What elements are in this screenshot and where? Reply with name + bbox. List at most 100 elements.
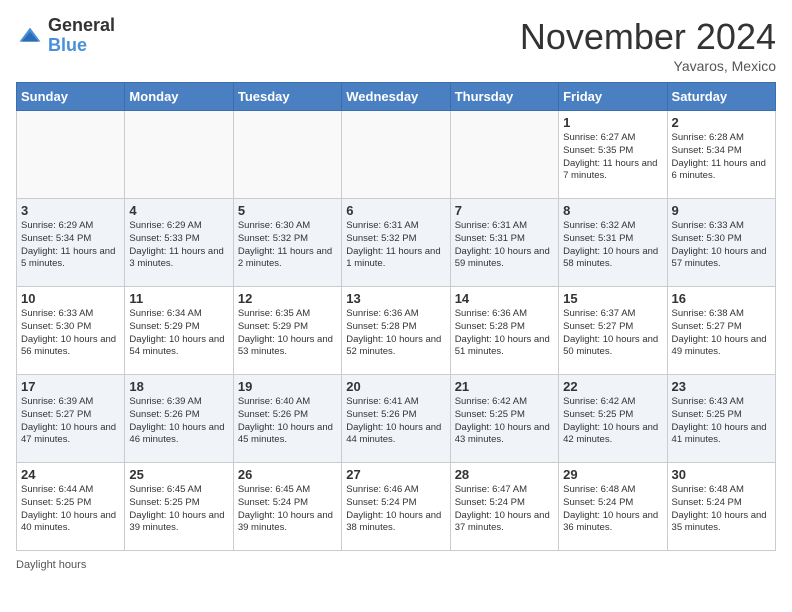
calendar-cell: 29 Sunrise: 6:48 AM Sunset: 5:24 PM Dayli… [559,463,667,551]
day-number: 22 [563,379,662,394]
calendar-cell: 17 Sunrise: 6:39 AM Sunset: 5:27 PM Dayli… [17,375,125,463]
day-info: Sunrise: 6:33 AM Sunset: 5:30 PM Dayligh… [21,308,120,359]
day-info: Sunrise: 6:41 AM Sunset: 5:26 PM Dayligh… [346,396,445,447]
day-info: Sunrise: 6:45 AM Sunset: 5:25 PM Dayligh… [129,484,228,535]
footer-text: Daylight hours [16,559,86,571]
calendar-cell: 14 Sunrise: 6:36 AM Sunset: 5:28 PM Dayli… [450,287,558,375]
day-number: 27 [346,467,445,482]
day-number: 17 [21,379,120,394]
day-info: Sunrise: 6:29 AM Sunset: 5:33 PM Dayligh… [129,220,228,271]
day-info: Sunrise: 6:34 AM Sunset: 5:29 PM Dayligh… [129,308,228,359]
calendar-cell: 26 Sunrise: 6:45 AM Sunset: 5:24 PM Dayli… [233,463,341,551]
calendar-cell: 13Sunrise: 6:36 AM Sunset: 5:28 PM Dayli… [342,287,450,375]
day-number: 23 [672,379,771,394]
day-info: Sunrise: 6:45 AM Sunset: 5:24 PM Dayligh… [238,484,337,535]
footer: Daylight hours [16,559,776,571]
day-number: 14 [455,291,554,306]
calendar-cell: 19 Sunrise: 6:40 AM Sunset: 5:26 PM Dayli… [233,375,341,463]
column-header-saturday: Saturday [667,83,775,111]
title-block: November 2024 Yavaros, Mexico [520,16,776,74]
day-info: Sunrise: 6:39 AM Sunset: 5:27 PM Dayligh… [21,396,120,447]
day-info: Sunrise: 6:29 AM Sunset: 5:34 PM Dayligh… [21,220,120,271]
day-info: Sunrise: 6:28 AM Sunset: 5:34 PM Dayligh… [672,132,771,183]
column-header-sunday: Sunday [17,83,125,111]
day-number: 9 [672,203,771,218]
day-info: Sunrise: 6:42 AM Sunset: 5:25 PM Dayligh… [455,396,554,447]
calendar-cell: 27 Sunrise: 6:46 AM Sunset: 5:24 PM Dayli… [342,463,450,551]
day-info: Sunrise: 6:27 AM Sunset: 5:35 PM Dayligh… [563,132,662,183]
calendar-cell: 5 Sunrise: 6:30 AM Sunset: 5:32 PM Daylig… [233,199,341,287]
calendar-cell: 11 Sunrise: 6:34 AM Sunset: 5:29 PM Dayli… [125,287,233,375]
logo: General Blue [16,16,115,56]
calendar-table: SundayMondayTuesdayWednesdayThursdayFrid… [16,82,776,551]
day-info: Sunrise: 6:33 AM Sunset: 5:30 PM Dayligh… [672,220,771,271]
calendar-cell: 15 Sunrise: 6:37 AM Sunset: 5:27 PM Dayli… [559,287,667,375]
day-number: 6 [346,203,445,218]
day-info: Sunrise: 6:32 AM Sunset: 5:31 PM Dayligh… [563,220,662,271]
day-number: 20 [346,379,445,394]
day-number: 11 [129,291,228,306]
month-title: November 2024 [520,16,776,58]
day-info: Sunrise: 6:42 AM Sunset: 5:25 PM Dayligh… [563,396,662,447]
day-info: Sunrise: 6:37 AM Sunset: 5:27 PM Dayligh… [563,308,662,359]
day-number: 29 [563,467,662,482]
day-number: 30 [672,467,771,482]
day-number: 26 [238,467,337,482]
day-info: Sunrise: 6:44 AM Sunset: 5:25 PM Dayligh… [21,484,120,535]
column-header-wednesday: Wednesday [342,83,450,111]
logo-general-text: General [48,16,115,36]
day-info: Sunrise: 6:48 AM Sunset: 5:24 PM Dayligh… [672,484,771,535]
column-header-tuesday: Tuesday [233,83,341,111]
day-info: Sunrise: 6:36 AM Sunset: 5:28 PM Dayligh… [455,308,554,359]
day-number: 7 [455,203,554,218]
day-info: Sunrise: 6:31 AM Sunset: 5:32 PM Dayligh… [346,220,445,271]
day-number: 15 [563,291,662,306]
week-row-3: 10Sunrise: 6:33 AM Sunset: 5:30 PM Dayli… [17,287,776,375]
week-row-5: 24 Sunrise: 6:44 AM Sunset: 5:25 PM Dayli… [17,463,776,551]
day-number: 8 [563,203,662,218]
day-info: Sunrise: 6:31 AM Sunset: 5:31 PM Dayligh… [455,220,554,271]
day-info: Sunrise: 6:47 AM Sunset: 5:24 PM Dayligh… [455,484,554,535]
calendar-cell: 7 Sunrise: 6:31 AM Sunset: 5:31 PM Daylig… [450,199,558,287]
calendar-cell: 9 Sunrise: 6:33 AM Sunset: 5:30 PM Daylig… [667,199,775,287]
day-number: 24 [21,467,120,482]
calendar-cell: 25 Sunrise: 6:45 AM Sunset: 5:25 PM Dayli… [125,463,233,551]
column-header-monday: Monday [125,83,233,111]
calendar-cell: 21Sunrise: 6:42 AM Sunset: 5:25 PM Dayli… [450,375,558,463]
logo-icon [16,22,44,50]
day-info: Sunrise: 6:35 AM Sunset: 5:29 PM Dayligh… [238,308,337,359]
day-info: Sunrise: 6:36 AM Sunset: 5:28 PM Dayligh… [346,308,445,359]
calendar-cell: 18 Sunrise: 6:39 AM Sunset: 5:26 PM Dayli… [125,375,233,463]
day-number: 19 [238,379,337,394]
day-number: 3 [21,203,120,218]
column-header-friday: Friday [559,83,667,111]
calendar-cell: 2Sunrise: 6:28 AM Sunset: 5:34 PM Daylig… [667,111,775,199]
day-number: 4 [129,203,228,218]
day-number: 25 [129,467,228,482]
calendar-cell [233,111,341,199]
calendar-cell: 12Sunrise: 6:35 AM Sunset: 5:29 PM Dayli… [233,287,341,375]
calendar-cell: 3 Sunrise: 6:29 AM Sunset: 5:34 PM Daylig… [17,199,125,287]
week-row-1: 1Sunrise: 6:27 AM Sunset: 5:35 PM Daylig… [17,111,776,199]
calendar-cell: 22 Sunrise: 6:42 AM Sunset: 5:25 PM Dayli… [559,375,667,463]
day-info: Sunrise: 6:39 AM Sunset: 5:26 PM Dayligh… [129,396,228,447]
calendar-cell: 6 Sunrise: 6:31 AM Sunset: 5:32 PM Daylig… [342,199,450,287]
page-header: General Blue November 2024 Yavaros, Mexi… [16,16,776,74]
day-number: 5 [238,203,337,218]
calendar-cell: 30 Sunrise: 6:48 AM Sunset: 5:24 PM Dayli… [667,463,775,551]
calendar-cell: 24 Sunrise: 6:44 AM Sunset: 5:25 PM Dayli… [17,463,125,551]
calendar-cell: 4 Sunrise: 6:29 AM Sunset: 5:33 PM Daylig… [125,199,233,287]
day-info: Sunrise: 6:40 AM Sunset: 5:26 PM Dayligh… [238,396,337,447]
column-header-thursday: Thursday [450,83,558,111]
calendar-cell: 20 Sunrise: 6:41 AM Sunset: 5:26 PM Dayli… [342,375,450,463]
week-row-4: 17 Sunrise: 6:39 AM Sunset: 5:27 PM Dayli… [17,375,776,463]
day-info: Sunrise: 6:38 AM Sunset: 5:27 PM Dayligh… [672,308,771,359]
calendar-cell: 16Sunrise: 6:38 AM Sunset: 5:27 PM Dayli… [667,287,775,375]
day-number: 18 [129,379,228,394]
day-info: Sunrise: 6:30 AM Sunset: 5:32 PM Dayligh… [238,220,337,271]
day-info: Sunrise: 6:46 AM Sunset: 5:24 PM Dayligh… [346,484,445,535]
day-info: Sunrise: 6:48 AM Sunset: 5:24 PM Dayligh… [563,484,662,535]
week-row-2: 3 Sunrise: 6:29 AM Sunset: 5:34 PM Daylig… [17,199,776,287]
calendar-cell: 23Sunrise: 6:43 AM Sunset: 5:25 PM Dayli… [667,375,775,463]
calendar-header-row: SundayMondayTuesdayWednesdayThursdayFrid… [17,83,776,111]
